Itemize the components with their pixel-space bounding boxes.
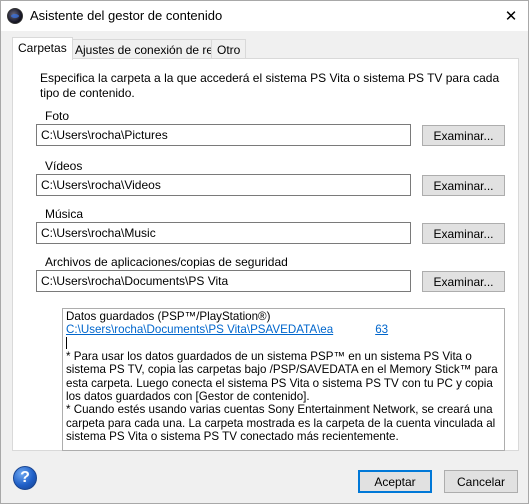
- saved-data-note-1: * Para usar los datos guardados de un si…: [66, 349, 498, 404]
- photo-browse-button[interactable]: Examinar...: [422, 125, 505, 146]
- playstation-icon: [7, 8, 23, 24]
- saved-data-path-link[interactable]: C:\Users\rocha\Documents\PS Vita\PSAVEDA…: [66, 323, 333, 336]
- videos-browse-button[interactable]: Examinar...: [422, 175, 505, 196]
- videos-label: Vídeos: [45, 159, 83, 173]
- saved-data-heading: Datos guardados (PSP™/PlayStation®): [66, 310, 271, 323]
- dialog-window: Asistente del gestor de contenido ✕ Carp…: [0, 0, 529, 504]
- photo-path-input[interactable]: [36, 124, 411, 146]
- close-button[interactable]: ✕: [500, 5, 522, 27]
- text-caret: [66, 336, 67, 349]
- videos-path-input[interactable]: [36, 174, 411, 196]
- saved-data-link-row: C:\Users\rocha\Documents\PS Vita\PSAVEDA…: [66, 323, 502, 336]
- saved-data-note-2: * Cuando estés usando varias cuentas Son…: [66, 403, 496, 444]
- cancel-button[interactable]: Cancelar: [444, 470, 518, 493]
- saved-data-path-link-suffix[interactable]: 63: [375, 323, 388, 336]
- music-path-input[interactable]: [36, 222, 411, 244]
- title-bar[interactable]: Asistente del gestor de contenido ✕: [1, 1, 528, 31]
- photo-label: Foto: [45, 109, 70, 123]
- tab-carpetas[interactable]: Carpetas: [12, 37, 73, 60]
- help-icon[interactable]: ?: [13, 466, 37, 490]
- folders-panel: Especifica la carpeta a la que accederá …: [12, 58, 519, 451]
- accept-button[interactable]: Aceptar: [358, 470, 432, 493]
- apps-backup-path-input[interactable]: [36, 270, 411, 292]
- text-caret-line: [66, 336, 502, 350]
- close-icon: ✕: [504, 8, 518, 25]
- apps-backup-browse-button[interactable]: Examinar...: [422, 271, 505, 292]
- tab-network-settings[interactable]: Ajustes de conexión de red: [69, 39, 226, 59]
- music-label: Música: [45, 207, 84, 221]
- music-browse-button[interactable]: Examinar...: [422, 223, 505, 244]
- intro-text: Especifica la carpeta a la que accederá …: [40, 71, 500, 100]
- window-title: Asistente del gestor de contenido: [30, 8, 223, 23]
- tab-other[interactable]: Otro: [211, 39, 247, 59]
- saved-data-info-box[interactable]: Datos guardados (PSP™/PlayStation®) C:\U…: [62, 308, 505, 451]
- apps-backup-label: Archivos de aplicaciones/copias de segur…: [45, 255, 288, 269]
